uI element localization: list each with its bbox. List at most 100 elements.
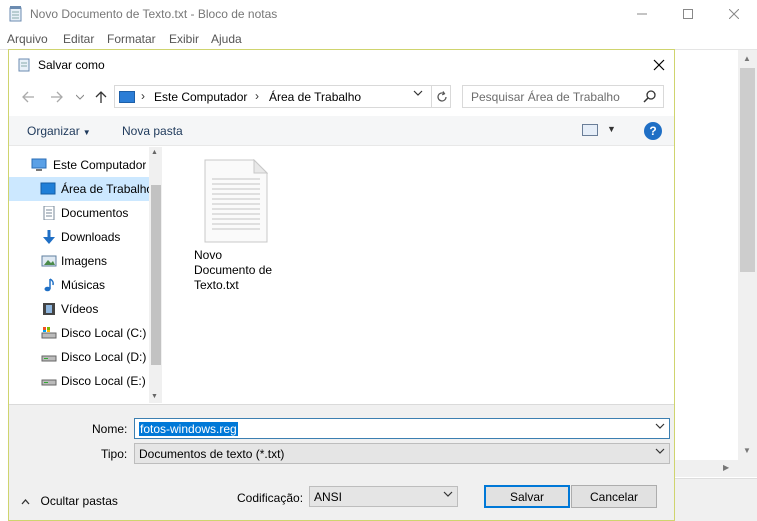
caret-down-icon: ▼	[82, 128, 91, 137]
chevron-down-icon	[76, 94, 84, 100]
dialog-close-button[interactable]	[649, 55, 669, 75]
address-dropdown[interactable]	[413, 89, 423, 100]
drive-icon	[41, 355, 57, 362]
tree-label: Documentos	[61, 206, 129, 220]
file-name-value: fotos-windows.reg	[139, 422, 238, 436]
tree-item-este-computador[interactable]: Este Computador	[9, 153, 149, 177]
dialog-toolbar: Organizar ▼ Nova pasta ▼ ?	[9, 116, 674, 146]
menu-exibir[interactable]: Exibir	[169, 32, 199, 46]
notepad-vertical-scrollbar[interactable]: ▲ ▼	[738, 50, 757, 460]
breadcrumb-este-computador[interactable]: Este Computador	[154, 90, 247, 104]
tree-item-disco-e[interactable]: Disco Local (E:)	[9, 369, 149, 393]
notepad-menubar: Arquivo Editar Formatar Exibir Ajuda	[0, 29, 757, 49]
help-icon[interactable]: ?	[644, 122, 662, 140]
name-label: Nome:	[92, 422, 128, 436]
computer-icon	[119, 91, 135, 103]
menu-arquivo[interactable]: Arquivo	[7, 32, 48, 46]
pictures-icon	[41, 255, 57, 267]
tree-item-musicas[interactable]: Músicas	[9, 273, 149, 297]
minimize-button[interactable]	[619, 0, 665, 28]
tree-label: Downloads	[61, 230, 121, 244]
scroll-thumb[interactable]	[740, 68, 755, 272]
notepad-horizontal-scrollbar[interactable]: ▶	[675, 460, 738, 477]
tree-item-disco-c[interactable]: Disco Local (C:)	[9, 321, 149, 345]
recent-locations-button[interactable]	[71, 89, 89, 105]
up-arrow-icon	[95, 91, 107, 103]
minimize-icon	[637, 13, 647, 15]
type-label: Tipo:	[101, 447, 128, 461]
view-options-icon[interactable]	[582, 124, 598, 136]
cancel-button[interactable]: Cancelar	[571, 485, 657, 508]
tree-label: Vídeos	[61, 302, 99, 316]
back-button[interactable]	[19, 89, 37, 105]
menu-formatar[interactable]: Formatar	[107, 32, 156, 46]
refresh-button[interactable]	[431, 86, 451, 107]
navigation-pane: Este Computador Área de Trabalho Documen…	[9, 147, 162, 403]
scroll-down-icon[interactable]: ▼	[743, 446, 751, 455]
documents-icon	[43, 206, 55, 220]
notepad-status-area	[675, 478, 757, 521]
tree-label: Área de Trabalho	[61, 182, 149, 196]
file-name-line: Documento de	[194, 263, 273, 277]
file-name-field[interactable]: fotos-windows.reg	[134, 418, 670, 439]
tree-item-downloads[interactable]: Downloads	[9, 225, 149, 249]
search-box[interactable]: Pesquisar Área de Trabalho	[462, 85, 664, 108]
menu-editar[interactable]: Editar	[63, 32, 94, 46]
tree-label: Este Computador	[53, 158, 147, 172]
dialog-title: Salvar como	[38, 58, 105, 72]
breadcrumb-separator[interactable]: ›	[141, 89, 145, 103]
scroll-up-icon[interactable]: ▲	[151, 149, 158, 156]
chevron-down-icon[interactable]	[655, 422, 665, 432]
file-name-line: Novo	[194, 248, 223, 262]
tree-item-imagens[interactable]: Imagens	[9, 249, 149, 273]
scroll-thumb[interactable]	[151, 185, 161, 365]
videos-icon	[43, 303, 55, 315]
tree-item-documentos[interactable]: Documentos	[9, 201, 149, 225]
up-button[interactable]	[92, 89, 110, 105]
encoding-select[interactable]: ANSI	[309, 486, 458, 507]
scroll-up-icon[interactable]: ▲	[743, 54, 751, 63]
organize-menu-button[interactable]: Organizar ▼	[27, 124, 91, 138]
notepad-icon	[9, 6, 22, 22]
new-folder-button[interactable]: Nova pasta	[122, 124, 183, 138]
computer-icon	[31, 158, 47, 171]
maximize-icon	[683, 9, 693, 19]
close-window-button[interactable]	[711, 0, 757, 28]
breadcrumb-separator[interactable]: ›	[255, 89, 259, 103]
file-type-select[interactable]: Documentos de texto (*.txt)	[134, 443, 670, 464]
search-placeholder: Pesquisar Área de Trabalho	[471, 90, 620, 104]
notepad-icon	[18, 58, 30, 72]
navigation-pane-scrollbar[interactable]: ▲ ▼	[149, 147, 162, 403]
hide-folders-button[interactable]: Ocultar pastas	[21, 494, 118, 508]
downloads-icon	[43, 230, 55, 244]
close-icon	[729, 9, 739, 19]
navigation-bar: › Este Computador › Área de Trabalho Pes…	[9, 82, 674, 112]
maximize-button[interactable]	[665, 0, 711, 28]
scroll-right-icon[interactable]: ▶	[723, 463, 729, 472]
forward-arrow-icon	[51, 91, 63, 103]
tree-item-area-de-trabalho[interactable]: Área de Trabalho	[9, 177, 149, 201]
tree-item-disco-d[interactable]: Disco Local (D:)	[9, 345, 149, 369]
drive-icon	[41, 379, 57, 386]
desktop-icon	[40, 182, 56, 195]
save-options-panel: Nome: fotos-windows.reg Tipo: Documentos…	[9, 404, 674, 520]
chevron-down-icon[interactable]	[443, 490, 453, 500]
forward-button[interactable]	[48, 89, 66, 105]
breadcrumb-area-de-trabalho[interactable]: Área de Trabalho	[269, 90, 361, 104]
save-as-dialog: Salvar como › Este Computador › Área de …	[8, 49, 675, 521]
chevron-up-icon	[21, 497, 33, 507]
tree-item-videos[interactable]: Vídeos	[9, 297, 149, 321]
search-icon[interactable]	[641, 89, 659, 105]
save-button[interactable]: Salvar	[484, 485, 570, 508]
notepad-titlebar: Novo Documento de Texto.txt - Bloco de n…	[0, 0, 757, 28]
file-name-line: Texto.txt	[194, 278, 239, 292]
address-bar[interactable]: › Este Computador › Área de Trabalho	[114, 85, 451, 108]
chevron-down-icon[interactable]	[655, 447, 665, 457]
view-dropdown-icon[interactable]: ▼	[607, 124, 616, 134]
chevron-down-icon	[413, 90, 423, 96]
file-item[interactable]: Novo Documento de Texto.txt	[186, 157, 286, 297]
scroll-down-icon[interactable]: ▼	[151, 393, 158, 400]
menu-ajuda[interactable]: Ajuda	[211, 32, 242, 46]
tree-label: Imagens	[61, 254, 108, 268]
notepad-title: Novo Documento de Texto.txt - Bloco de n…	[30, 7, 278, 21]
